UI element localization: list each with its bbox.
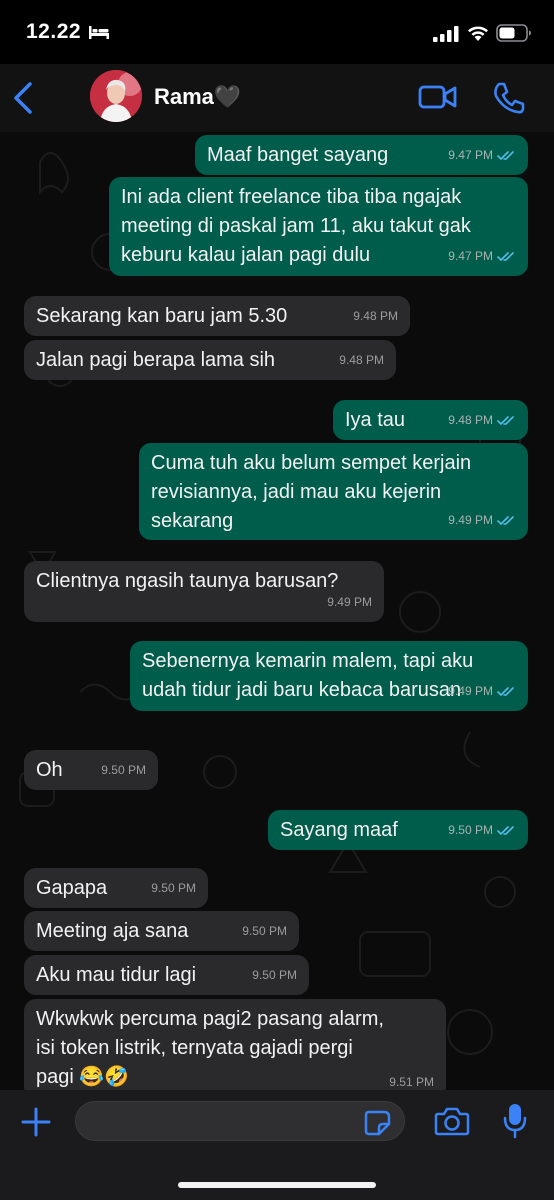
message-time: 9.50 PM [101,763,146,777]
avatar[interactable] [90,70,142,122]
message-meta: 9.48 PM [353,302,398,331]
message-meta: 9.50 PM [151,874,196,903]
wifi-icon [468,26,488,41]
message-bubble-incoming[interactable]: Meeting aja sana 9.50 PM [24,911,299,951]
chat-header: Rama🖤 [0,64,554,132]
signal-icon [433,26,459,42]
message-bubble-outgoing[interactable]: Maaf banget sayang 9.47 PM [195,135,528,175]
message-meta: 9.50 PM [252,961,297,990]
bed-icon [89,26,109,39]
back-icon[interactable] [8,78,38,118]
message-meta: 9.48 PM [448,406,516,435]
message-time: 9.48 PM [339,353,384,367]
message-time: 9.47 PM [448,148,493,162]
plus-icon[interactable] [20,1106,52,1138]
message-meta: 9.49 PM [327,588,372,617]
message-meta: 9.49 PM [448,506,516,535]
message-time: 9.47 PM [448,249,493,263]
message-bubble-outgoing[interactable]: Sebenernya kemarin malem, tapi aku udah … [130,641,528,711]
message-time: 9.48 PM [448,413,493,427]
camera-icon[interactable] [434,1106,470,1136]
home-indicator [178,1182,376,1188]
message-text: Wkwkwk percuma pagi2 pasang alarm, isi t… [36,1008,384,1088]
message-time: 9.50 PM [151,881,196,895]
read-ticks-icon [497,687,514,697]
message-meta: 9.50 PM [448,816,516,845]
message-meta: 9.48 PM [339,346,384,375]
message-meta: 9.50 PM [242,917,287,946]
message-bubble-incoming[interactable]: Sekarang kan baru jam 5.30 9.48 PM [24,296,410,336]
message-bubble-outgoing[interactable]: Sayang maaf 9.50 PM [268,810,528,850]
message-meta: 9.49 PM [448,677,516,706]
message-time: 9.49 PM [448,684,493,698]
message-time: 9.50 PM [448,823,493,837]
contact-name[interactable]: Rama🖤 [154,84,241,110]
read-ticks-icon [497,151,514,161]
message-meta: 9.51 PM [389,1068,434,1090]
message-input[interactable] [75,1101,405,1141]
message-bubble-incoming[interactable]: Clientnya ngasih taunya barusan? 9.49 PM [24,561,384,622]
message-time: 9.48 PM [353,309,398,323]
sticker-icon[interactable] [364,1110,392,1136]
status-time: 12.22 [26,20,82,43]
read-ticks-icon [497,826,514,836]
message-time: 9.51 PM [389,1075,434,1089]
message-meta: 9.47 PM [448,242,516,271]
message-text: Clientnya ngasih taunya barusan? [36,570,339,592]
avatar-image [90,70,142,122]
battery-icon [496,24,531,42]
message-bubble-outgoing[interactable]: Ini ada client freelance tiba tiba ngaja… [109,177,528,276]
message-time: 9.49 PM [448,513,493,527]
video-call-icon[interactable] [418,82,458,112]
message-bubble-incoming[interactable]: Oh 9.50 PM [24,750,158,790]
message-bubble-incoming[interactable]: Wkwkwk percuma pagi2 pasang alarm, isi t… [24,999,446,1090]
message-bubble-incoming[interactable]: Jalan pagi berapa lama sih 9.48 PM [24,340,396,380]
message-bubble-outgoing[interactable]: Iya tau 9.48 PM [333,400,528,440]
message-text: Sekarang kan baru jam 5.30 [36,305,288,327]
read-ticks-icon [497,252,514,262]
message-time: 9.49 PM [327,595,372,609]
message-bubble-outgoing[interactable]: Cuma tuh aku belum sempet kerjain revisi… [139,443,528,540]
status-bar: 12.22 [0,0,554,64]
voice-call-icon[interactable] [492,81,526,115]
message-meta: 9.50 PM [101,756,146,785]
message-bubble-incoming[interactable]: Gapapa 9.50 PM [24,868,208,908]
chat-area[interactable]: Maaf banget sayang 9.47 PM Ini ada clien… [0,132,554,1090]
message-text: Jalan pagi berapa lama sih [36,349,276,371]
message-time: 9.50 PM [242,924,287,938]
message-bubble-incoming[interactable]: Aku mau tidur lagi 9.50 PM [24,955,309,995]
microphone-icon[interactable] [502,1102,528,1140]
message-time: 9.50 PM [252,968,297,982]
read-ticks-icon [497,516,514,526]
message-meta: 9.47 PM [448,141,516,170]
read-ticks-icon [497,416,514,426]
